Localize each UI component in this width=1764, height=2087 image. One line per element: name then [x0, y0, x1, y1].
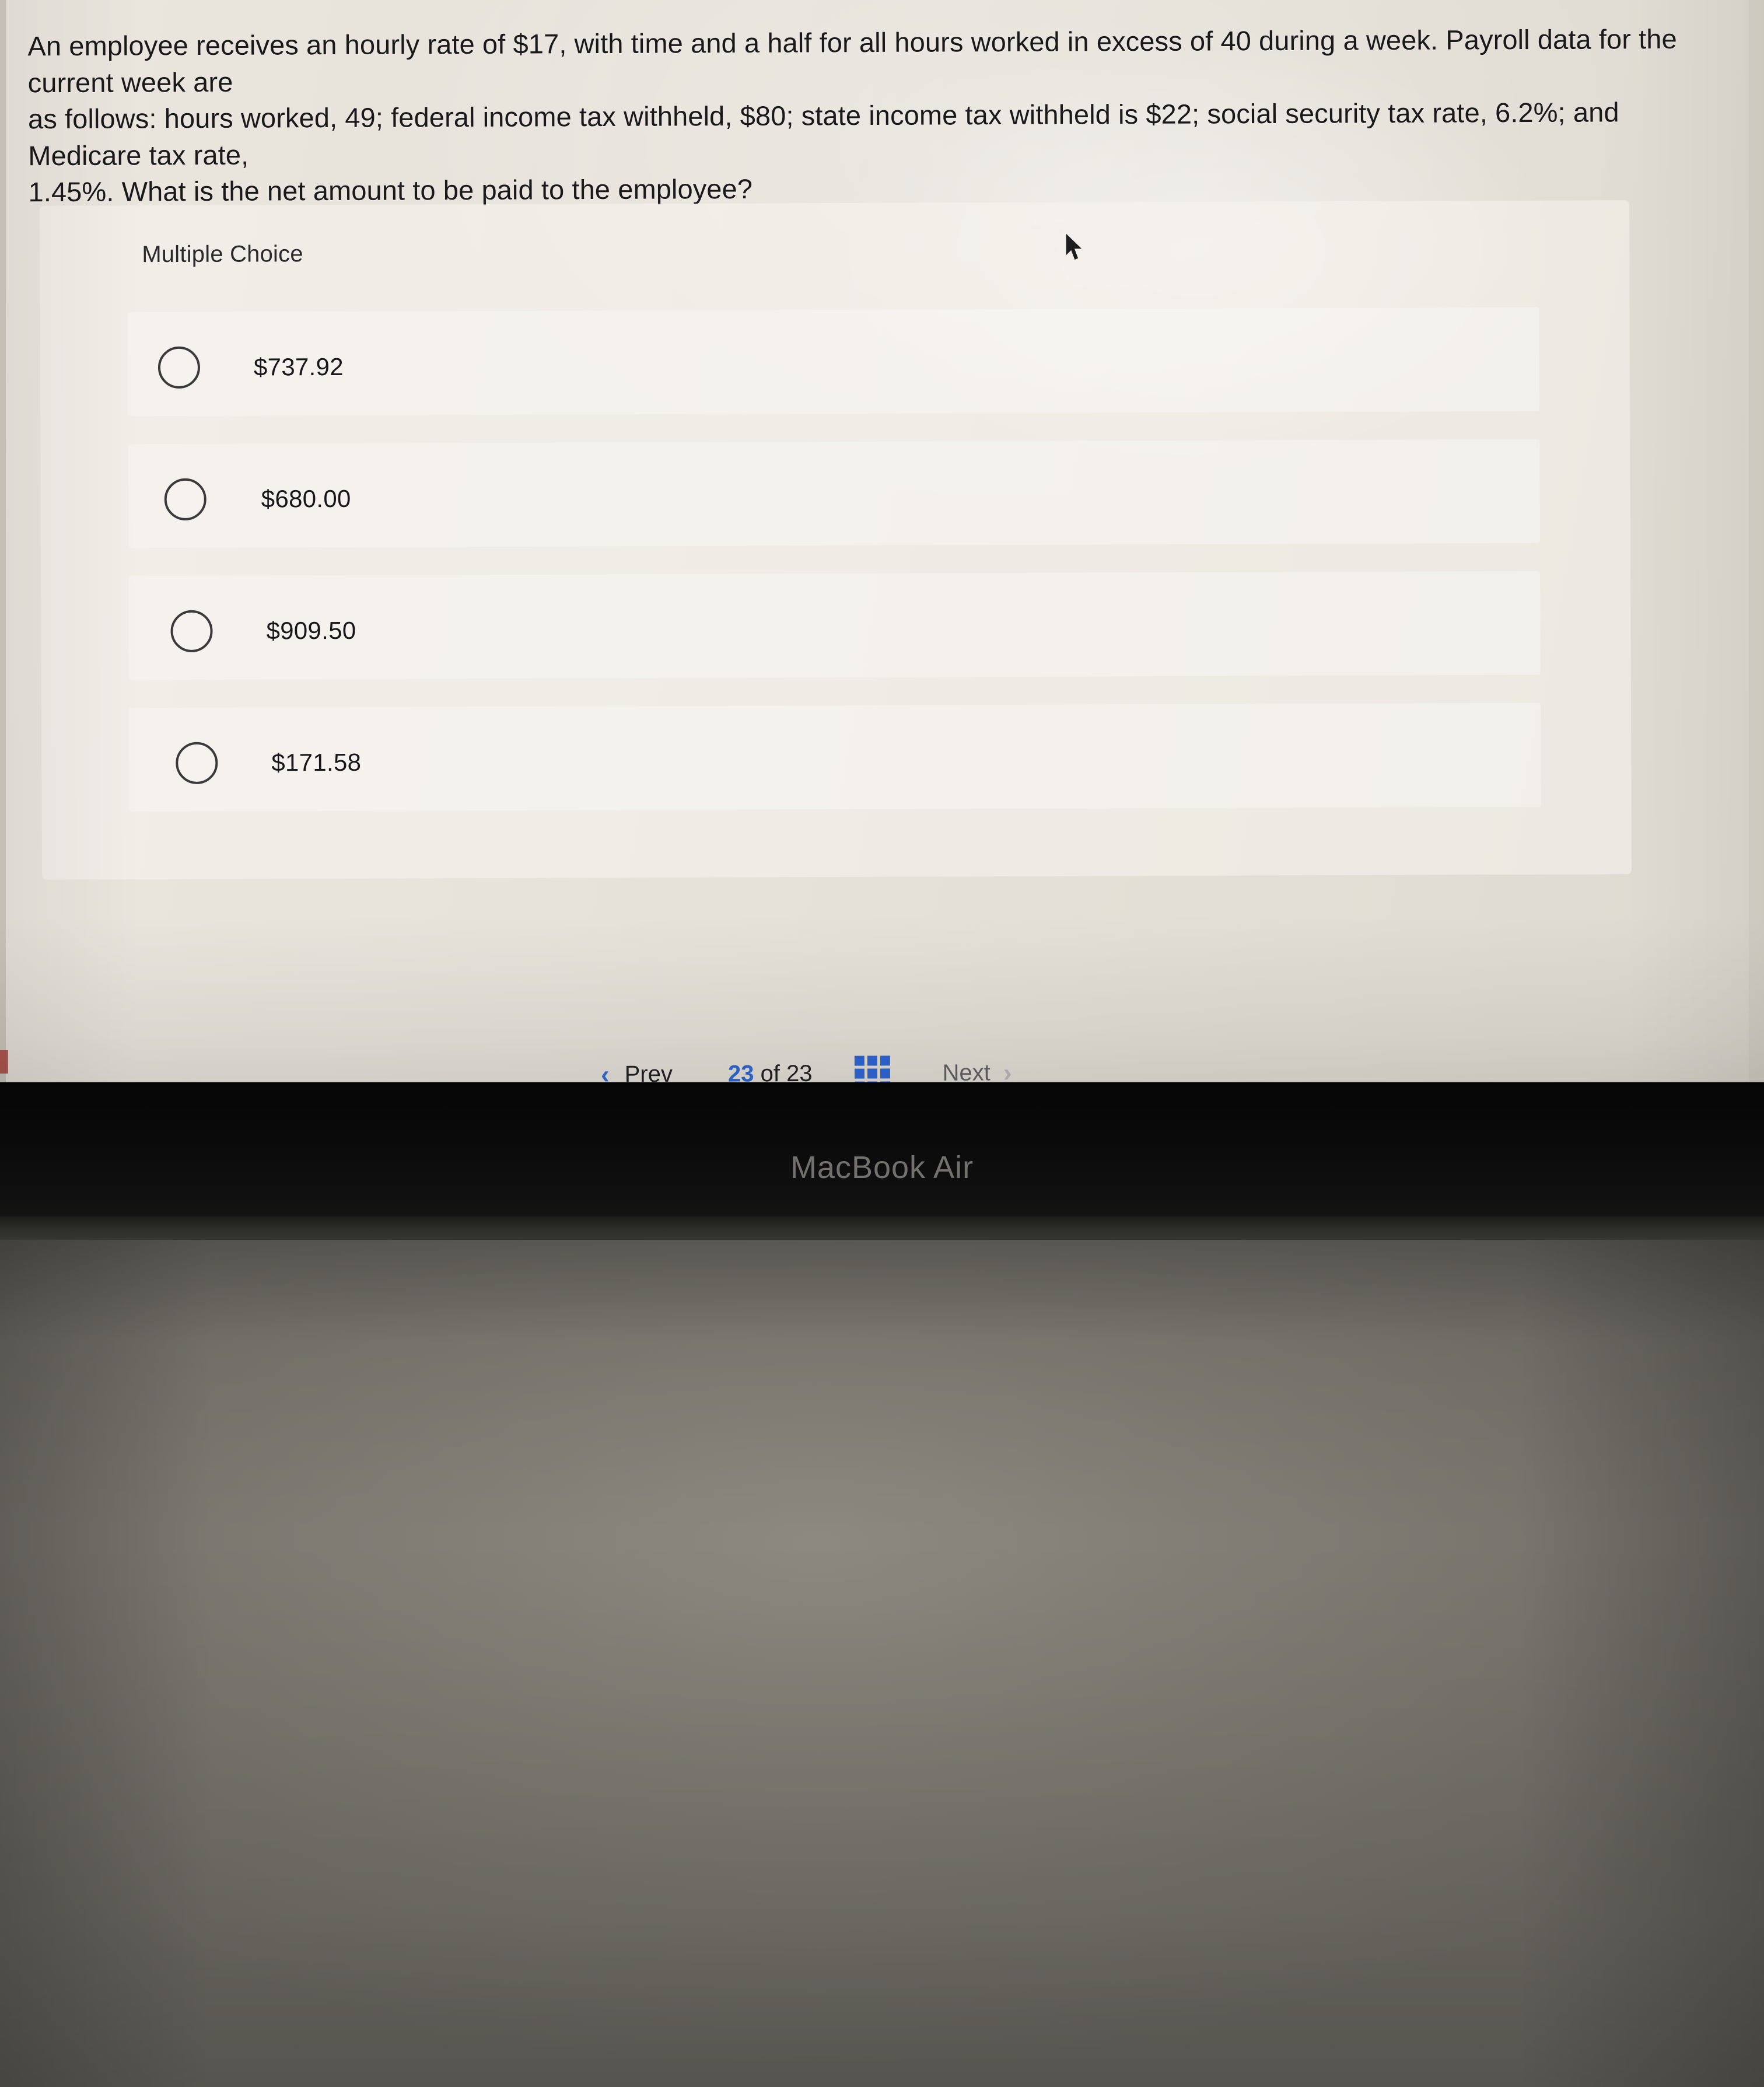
- answer-option-2[interactable]: $680.00: [128, 429, 1541, 565]
- macbook-brand-label: MacBook Air: [790, 1150, 974, 1185]
- radio-button-3[interactable]: [170, 610, 213, 652]
- screen-right-gutter: [1749, 0, 1764, 1082]
- radio-button-2[interactable]: [164, 478, 206, 521]
- answer-option-1-label: $737.92: [253, 352, 344, 381]
- answer-option-1[interactable]: $737.92: [127, 297, 1540, 434]
- question-line-2: as follows: hours worked, 49; federal in…: [27, 96, 1619, 171]
- screenshot-root: An employee receives an hourly rate of $…: [0, 0, 1764, 2087]
- answer-option-3-label: $909.50: [266, 616, 356, 645]
- radio-button-4[interactable]: [176, 742, 218, 784]
- answer-type-label: Multiple Choice: [142, 241, 303, 268]
- laptop-screen: An employee receives an hourly rate of $…: [0, 0, 1764, 1114]
- answer-option-4[interactable]: $171.58: [128, 693, 1541, 829]
- deck-lighting: [0, 1240, 1764, 2087]
- answer-option-2-label: $680.00: [261, 484, 351, 513]
- mouse-pointer-icon: [1065, 232, 1084, 261]
- screen-left-gutter: [0, 0, 6, 1082]
- radio-button-1[interactable]: [158, 346, 201, 389]
- answer-option-4-label: $171.58: [271, 748, 362, 777]
- answer-card: Multiple Choice $737.92 $680.00 $909.50: [39, 200, 1632, 880]
- keyboard-deck: ☼ F2 F3 F4 ☵ F5 ☵ F6 ◁◁ F7 ▷ǁ F8 ▷▷ F9: [0, 1240, 1764, 2087]
- answer-options-list: $737.92 $680.00 $909.50 $171.58: [127, 297, 1541, 829]
- question-prompt: An employee receives an hourly rate of $…: [27, 21, 1708, 211]
- screen-red-marker: [0, 1050, 8, 1074]
- question-line-1: An employee receives an hourly rate of $…: [27, 23, 1677, 98]
- answer-option-3[interactable]: $909.50: [128, 561, 1541, 697]
